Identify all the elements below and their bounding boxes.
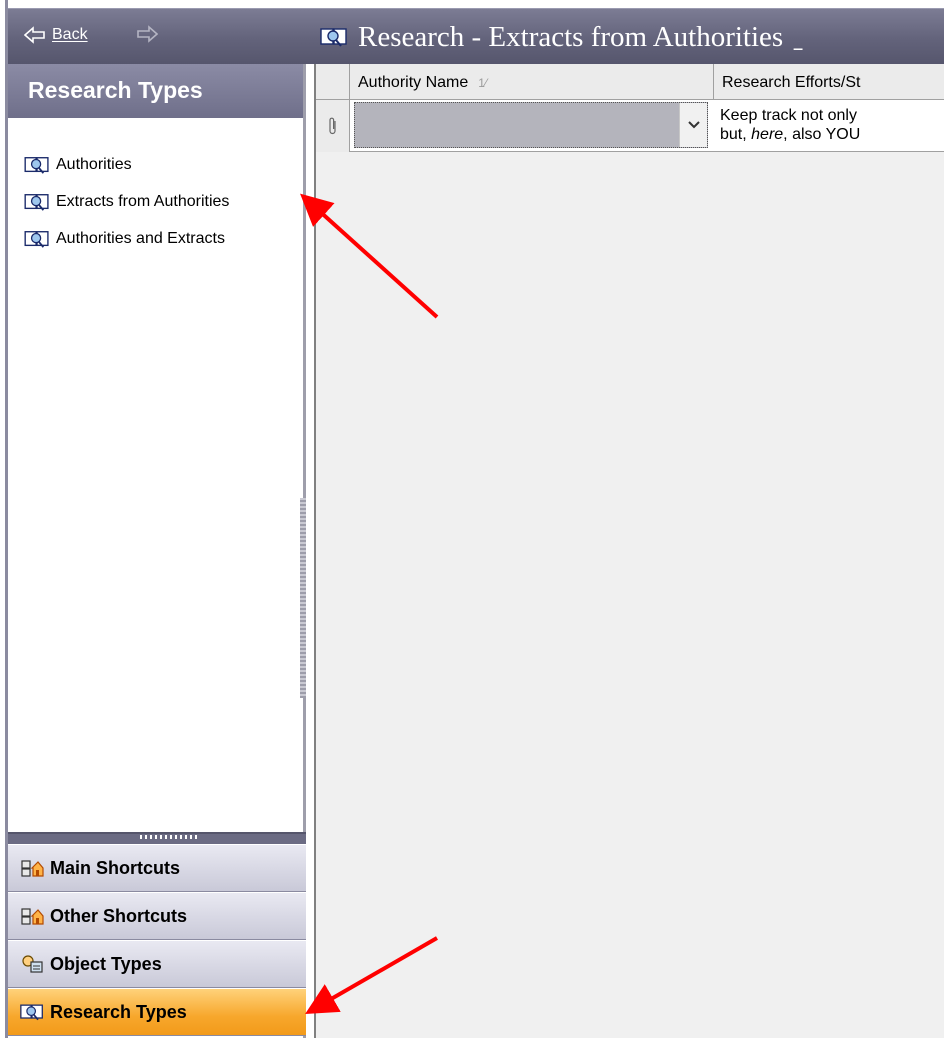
pane-splitter[interactable]: [300, 498, 306, 698]
group-tab-label: Research Types: [50, 1001, 187, 1022]
navigation-pane: Research Types Authorities Extracts from…: [8, 64, 306, 1038]
toolbar: Back Research - Extracts from Authoritie…: [8, 8, 944, 64]
dropdown-button[interactable]: [679, 103, 707, 147]
book-icon: [20, 1004, 43, 1021]
nav-item-authorities[interactable]: Authorities: [8, 146, 303, 183]
research-text-line1: Keep track not only: [720, 107, 857, 124]
object-types-icon: [22, 955, 43, 973]
window-left-edge: [0, 0, 8, 1038]
nav-list: Authorities Extracts from Authorities Au…: [8, 118, 303, 257]
group-tab-label: Other Shortcuts: [50, 905, 188, 926]
nav-pane-divider[interactable]: [8, 832, 306, 844]
research-text-post: , also YOU: [783, 126, 861, 143]
nav-header: Research Types: [8, 64, 303, 118]
forward-button[interactable]: [136, 25, 159, 48]
book-icon: [24, 193, 49, 211]
column-header-label: Research Efforts/St: [722, 74, 861, 91]
column-header-authority-name[interactable]: Authority Name 1⁄: [350, 64, 714, 100]
attachment-cell[interactable]: [316, 100, 350, 152]
research-efforts-cell[interactable]: Keep track not only but, here, also YOU: [714, 100, 944, 152]
group-tab-label: Main Shortcuts: [50, 857, 181, 878]
book-icon: [320, 28, 347, 47]
nav-item-label: Authorities: [56, 155, 132, 173]
group-tab-research-types[interactable]: Research Types: [8, 988, 306, 1036]
nav-item-label: Extracts from Authorities: [56, 192, 230, 210]
column-header-label: Authority Name: [358, 74, 469, 91]
research-text-pre: but,: [720, 126, 752, 143]
research-text-line2: but, here, also YOU: [720, 125, 944, 144]
group-tab-label: Object Types: [50, 953, 162, 974]
book-icon: [24, 230, 49, 248]
nav-item-extracts-from-authorities[interactable]: Extracts from Authorities: [8, 183, 303, 220]
research-text-emphasis: here: [751, 126, 784, 143]
paperclip-icon: [328, 117, 336, 135]
nav-item-label: Authorities and Extracts: [56, 229, 225, 247]
table-row[interactable]: Keep track not only but, here, also YOU: [316, 100, 944, 152]
sort-indicator: 1⁄: [478, 76, 487, 90]
shortcuts-icon: [21, 860, 44, 877]
window-title: Research - Extracts from Authorities ˍ: [320, 15, 803, 59]
group-tab-other-shortcuts[interactable]: Other Shortcuts: [8, 892, 306, 940]
back-label: Back: [52, 26, 88, 43]
page-title: Research - Extracts from Authorities: [358, 20, 784, 53]
chevron-down-icon: [687, 121, 700, 129]
back-button[interactable]: Back: [24, 19, 88, 51]
book-icon: [24, 156, 49, 174]
group-tab-object-types[interactable]: Object Types: [8, 940, 306, 988]
forward-arrow-icon: [137, 25, 159, 43]
grid-corner-cell: [316, 64, 350, 100]
back-arrow-icon: [24, 26, 45, 44]
title-suffix: ˍ: [793, 20, 803, 53]
content-area: Authority Name 1⁄ Research Efforts/St Kee…: [314, 64, 944, 1038]
nav-item-authorities-and-extracts[interactable]: Authorities and Extracts: [8, 220, 303, 257]
grid-header: Authority Name 1⁄ Research Efforts/St: [316, 64, 944, 100]
shortcuts-icon: [21, 908, 44, 925]
group-tab-main-shortcuts[interactable]: Main Shortcuts: [8, 844, 306, 892]
authority-name-dropdown[interactable]: [354, 102, 708, 148]
group-tabs: Main Shortcuts Other Shortcuts Object Ty…: [8, 844, 306, 1036]
column-header-research-efforts[interactable]: Research Efforts/St: [714, 64, 944, 100]
splitter-grip-dots: [140, 835, 200, 839]
